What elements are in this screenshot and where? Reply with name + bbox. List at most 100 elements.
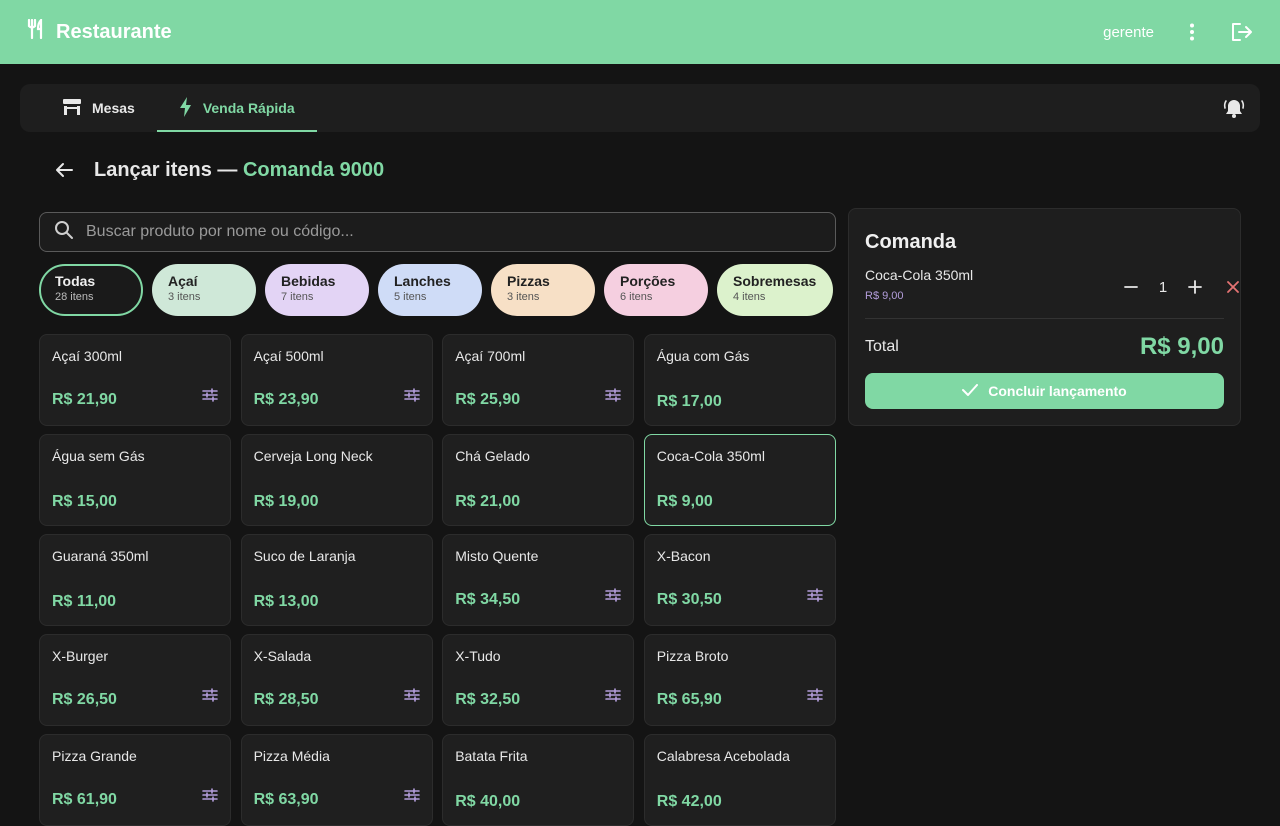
category-count: 4 itens: [733, 291, 766, 303]
table-icon: [62, 98, 82, 119]
product-card[interactable]: Pizza Grande R$ 61,90: [39, 734, 231, 826]
product-card[interactable]: Açaí 300ml R$ 21,90: [39, 334, 231, 426]
comanda-title: Comanda: [865, 231, 957, 253]
product-card[interactable]: Açaí 700ml R$ 25,90: [442, 334, 635, 426]
product-card[interactable]: Açaí 500ml R$ 23,90: [240, 334, 433, 426]
comanda-item-name: Coca-Cola 350ml: [865, 267, 974, 283]
product-name: Chá Gelado: [455, 448, 530, 464]
product-name: Cerveja Long Neck: [253, 448, 373, 464]
category-name: Todas: [55, 273, 96, 289]
remove-icon[interactable]: [1221, 275, 1245, 299]
options-icon[interactable]: [202, 788, 218, 807]
product-name: X-Burger: [52, 648, 109, 664]
category-name: Porções: [620, 273, 676, 289]
product-card[interactable]: Água com Gás R$ 17,00: [643, 334, 836, 426]
comanda-item-price: R$ 9,00: [865, 290, 904, 302]
notification-bell-icon[interactable]: [1222, 96, 1246, 120]
minus-icon[interactable]: [1119, 275, 1143, 299]
more-vert-icon[interactable]: [1180, 20, 1204, 44]
category-chip-pizzas[interactable]: Pizzas 3 itens: [491, 264, 595, 316]
product-card[interactable]: Calabresa Acebolada R$ 42,00: [643, 734, 836, 826]
product-name: Pizza Grande: [52, 748, 137, 764]
comanda-number: Comanda 9000: [242, 158, 385, 181]
product-price: R$ 61,90: [52, 791, 117, 808]
product-card[interactable]: X-Bacon R$ 30,50: [643, 534, 836, 626]
search-input[interactable]: [86, 223, 806, 241]
tab-venda-rapida[interactable]: Venda Rápida: [156, 84, 317, 132]
product-card[interactable]: X-Tudo R$ 32,50: [442, 634, 635, 726]
confirm-button[interactable]: Concluir lançamento: [865, 373, 1224, 409]
product-name: Coca-Cola 350ml: [656, 448, 765, 464]
logout-icon[interactable]: [1230, 20, 1254, 44]
options-icon[interactable]: [403, 788, 420, 807]
product-card[interactable]: Guaraná 350ml R$ 11,00: [39, 534, 231, 626]
product-price: R$ 40,00: [455, 793, 521, 810]
product-price: R$ 34,50: [455, 591, 521, 608]
options-icon[interactable]: [806, 688, 823, 707]
product-price: R$ 65,90: [656, 691, 722, 708]
category-chip-todas[interactable]: Todas 28 itens: [39, 264, 143, 316]
product-name: Água sem Gás: [52, 448, 145, 464]
product-name: Água com Gás: [656, 348, 750, 364]
product-name: X-Tudo: [455, 648, 501, 664]
bolt-icon: [179, 96, 193, 120]
product-card[interactable]: Misto Quente R$ 34,50: [442, 534, 635, 626]
page-title-prefix: Lançar itens —: [94, 158, 238, 181]
category-count: 5 itens: [394, 291, 427, 303]
brand: Restaurante: [26, 17, 172, 45]
back-arrow-icon[interactable]: [52, 158, 76, 182]
search-icon: [54, 220, 74, 245]
options-icon[interactable]: [202, 688, 218, 707]
quantity-value: 1: [1158, 278, 1168, 296]
options-icon[interactable]: [605, 588, 621, 607]
product-price: R$ 21,00: [455, 493, 521, 510]
options-icon[interactable]: [605, 688, 621, 707]
category-chip-porcoes[interactable]: Porções 6 itens: [604, 264, 708, 316]
total-label: Total: [865, 338, 899, 355]
product-card[interactable]: Cerveja Long Neck R$ 19,00: [240, 434, 433, 526]
product-price: R$ 32,50: [455, 691, 521, 708]
category-chip-acai[interactable]: Açaí 3 itens: [152, 264, 256, 316]
category-count: 28 itens: [55, 291, 94, 303]
product-price: R$ 25,90: [455, 391, 521, 408]
category-name: Bebidas: [281, 273, 336, 289]
product-price: R$ 15,00: [52, 493, 117, 510]
tab-mesas[interactable]: Mesas: [40, 84, 157, 132]
product-name: Pizza Broto: [656, 648, 729, 664]
category-count: 6 itens: [620, 291, 653, 303]
product-price: R$ 26,50: [52, 691, 117, 708]
product-price: R$ 11,00: [52, 593, 117, 610]
product-grid: Açaí 300ml R$ 21,90 Açaí 500ml R$ 23,90 Açaí…: [39, 334, 836, 826]
product-name: Misto Quente: [455, 548, 539, 564]
fork-knife-icon: [26, 17, 46, 45]
product-card[interactable]: Água sem Gás R$ 15,00: [39, 434, 231, 526]
product-price: R$ 13,00: [253, 593, 319, 610]
product-card[interactable]: Pizza Média R$ 63,90: [240, 734, 433, 826]
product-card[interactable]: Coca-Cola 350ml R$ 9,00: [643, 434, 836, 526]
options-icon[interactable]: [403, 688, 420, 707]
category-chip-sobremesas[interactable]: Sobremesas 4 itens: [717, 264, 833, 316]
category-chip-bebidas[interactable]: Bebidas 7 itens: [265, 264, 369, 316]
category-count: 7 itens: [281, 291, 314, 303]
check-icon: [962, 383, 979, 399]
product-price: R$ 23,90: [253, 391, 319, 408]
plus-icon[interactable]: [1183, 275, 1207, 299]
product-name: X-Bacon: [656, 548, 711, 564]
product-card[interactable]: X-Burger R$ 26,50: [39, 634, 231, 726]
user-name: gerente: [1103, 23, 1154, 41]
options-icon[interactable]: [806, 588, 823, 607]
product-card[interactable]: Pizza Broto R$ 65,90: [643, 634, 836, 726]
category-name: Açaí: [168, 273, 198, 289]
category-name: Sobremesas: [733, 273, 817, 289]
product-card[interactable]: Chá Gelado R$ 21,00: [442, 434, 635, 526]
comanda-panel: Comanda Coca-Cola 350ml R$ 9,00 1 Total …: [848, 208, 1241, 426]
options-icon[interactable]: [202, 388, 218, 407]
options-icon[interactable]: [605, 388, 621, 407]
product-card[interactable]: X-Salada R$ 28,50: [240, 634, 433, 726]
product-card[interactable]: Batata Frita R$ 40,00: [442, 734, 635, 826]
divider: [865, 318, 1224, 319]
options-icon[interactable]: [403, 388, 420, 407]
product-card[interactable]: Suco de Laranja R$ 13,00: [240, 534, 433, 626]
product-price: R$ 63,90: [253, 791, 319, 808]
category-chip-lanches[interactable]: Lanches 5 itens: [378, 264, 482, 316]
